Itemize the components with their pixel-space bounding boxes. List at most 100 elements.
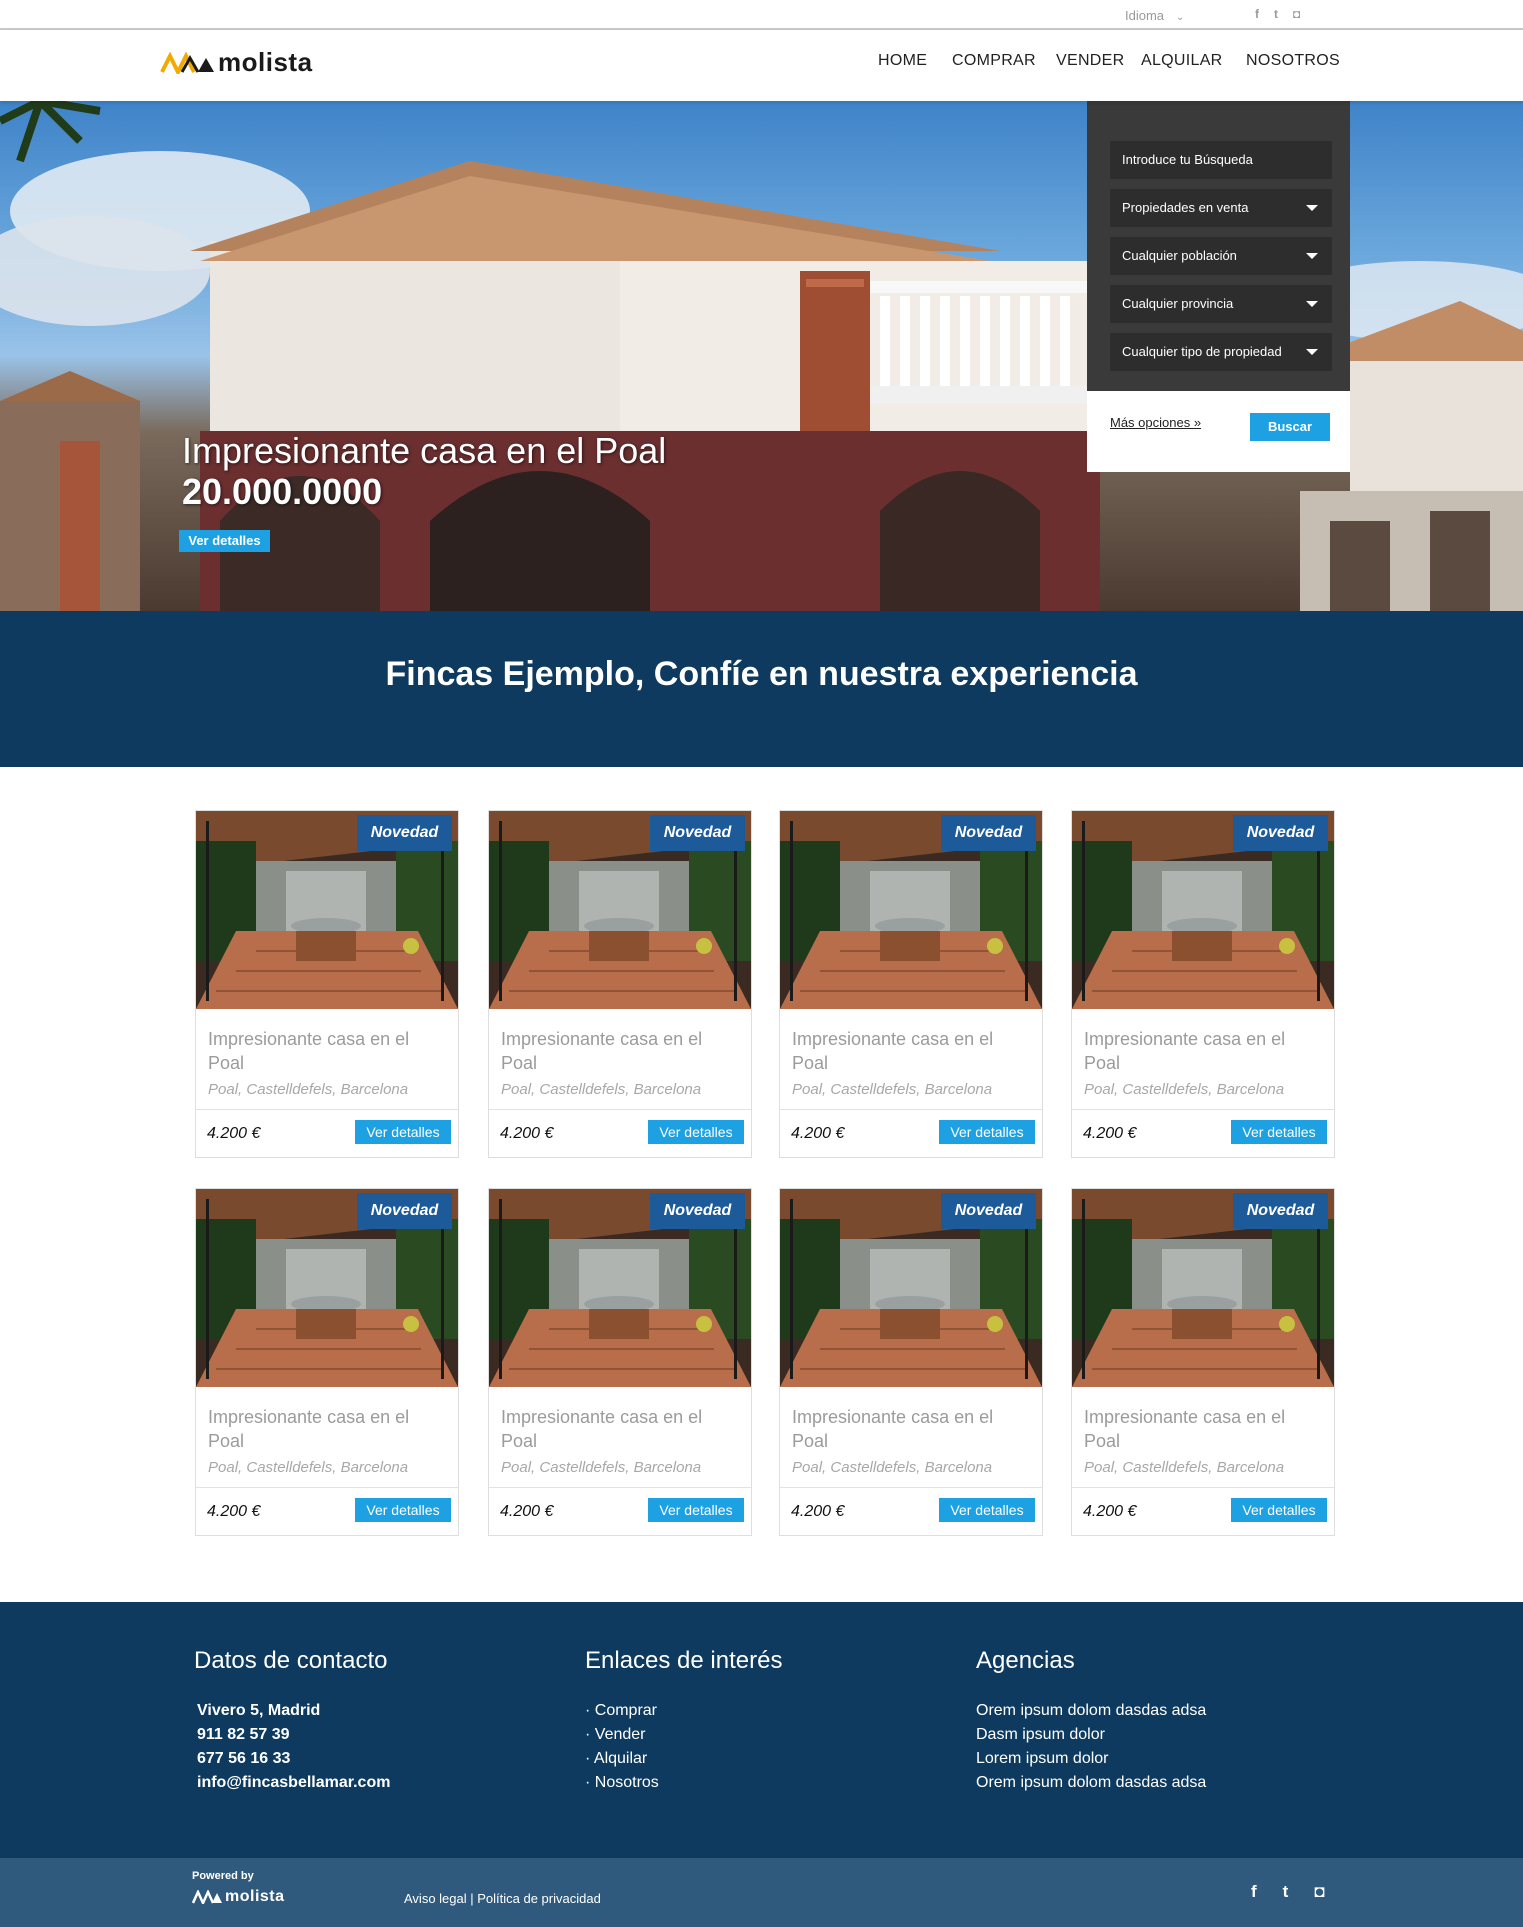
footer-contact: Datos de contacto Vivero 5, Madrid 911 8… xyxy=(194,1647,390,1795)
property-card[interactable]: Novedad Impresionante casa en el Poal Po… xyxy=(195,1188,459,1536)
property-details-button[interactable]: Ver detalles xyxy=(939,1498,1035,1522)
more-options-link[interactable]: Más opciones » xyxy=(1110,415,1201,430)
new-badge: Novedad xyxy=(357,1193,452,1229)
property-image[interactable]: Novedad xyxy=(196,811,458,1009)
property-card[interactable]: Novedad Impresionante casa en el Poal Po… xyxy=(195,810,459,1158)
property-card[interactable]: Novedad Impresionante casa en el Poal Po… xyxy=(779,810,1043,1158)
contact-email[interactable]: info@fincasbellamar.com xyxy=(197,1771,390,1795)
nav-vender[interactable]: VENDER xyxy=(1056,52,1124,70)
property-image[interactable]: Novedad xyxy=(1072,811,1334,1009)
new-badge: Novedad xyxy=(650,1193,745,1229)
agency-item[interactable]: Orem ipsum dolom dasdas adsa xyxy=(976,1771,1206,1795)
property-image[interactable]: Novedad xyxy=(489,811,751,1009)
contact-phone-1: 911 82 57 39 xyxy=(197,1726,290,1743)
select-town[interactable]: Cualquier población xyxy=(1110,237,1332,275)
card-divider xyxy=(196,1109,458,1110)
legal-links[interactable]: Aviso legal | Política de privacidad xyxy=(404,1891,601,1906)
property-title[interactable]: Impresionante casa en el Poal xyxy=(501,1027,731,1075)
property-price: 4.200 € xyxy=(207,1503,261,1520)
property-details-button[interactable]: Ver detalles xyxy=(1231,1120,1327,1144)
site-logo[interactable]: molista xyxy=(160,47,313,78)
property-title[interactable]: Impresionante casa en el Poal xyxy=(792,1027,1022,1075)
property-price: 4.200 € xyxy=(1083,1503,1137,1520)
property-title[interactable]: Impresionante casa en el Poal xyxy=(208,1405,438,1453)
agency-item[interactable]: Dasm ipsum dolor xyxy=(976,1723,1206,1747)
property-card[interactable]: Novedad Impresionante casa en el Poal Po… xyxy=(488,1188,752,1536)
select-operation[interactable]: Propiedades en venta xyxy=(1110,189,1332,227)
powered-by-label: Powered by xyxy=(192,1870,254,1882)
property-image[interactable]: Novedad xyxy=(489,1189,751,1387)
brand-name: molista xyxy=(218,47,313,77)
property-details-button[interactable]: Ver detalles xyxy=(648,1120,744,1144)
property-price: 4.200 € xyxy=(500,1503,554,1520)
search-fields: Introduce tu Búsqueda Propiedades en ven… xyxy=(1087,101,1350,391)
facebook-icon[interactable]: f xyxy=(1255,7,1259,21)
footer-agencies: Agencias Orem ipsum dolom dasdas adsa Da… xyxy=(976,1647,1206,1795)
property-price: 4.200 € xyxy=(1083,1125,1137,1142)
footer-link-nosotros[interactable]: · Nosotros xyxy=(585,1771,782,1795)
property-card[interactable]: Novedad Impresionante casa en el Poal Po… xyxy=(1071,810,1335,1158)
footer-link-alquilar[interactable]: · Alquilar xyxy=(585,1747,782,1771)
card-divider xyxy=(489,1109,751,1110)
property-title[interactable]: Impresionante casa en el Poal xyxy=(792,1405,1022,1453)
molista-logo-icon xyxy=(192,1890,222,1904)
footer-link-vender[interactable]: · Vender xyxy=(585,1723,782,1747)
card-divider xyxy=(489,1487,751,1488)
property-details-button[interactable]: Ver detalles xyxy=(1231,1498,1327,1522)
select-province-value: Cualquier provincia xyxy=(1122,296,1234,311)
facebook-icon[interactable]: f xyxy=(1251,1882,1257,1902)
search-input[interactable]: Introduce tu Búsqueda xyxy=(1110,141,1332,179)
select-province[interactable]: Cualquier provincia xyxy=(1110,285,1332,323)
nav-home[interactable]: HOME xyxy=(878,52,927,70)
footer-link-comprar[interactable]: · Comprar xyxy=(585,1699,782,1723)
contact-phone-2: 677 56 16 33 xyxy=(197,1750,291,1767)
property-details-button[interactable]: Ver detalles xyxy=(355,1120,451,1144)
property-image[interactable]: Novedad xyxy=(780,1189,1042,1387)
hero-details-button[interactable]: Ver detalles xyxy=(179,530,270,552)
card-divider xyxy=(1072,1109,1334,1110)
language-label: Idioma xyxy=(1125,8,1165,23)
select-property-type[interactable]: Cualquier tipo de propiedad xyxy=(1110,333,1332,371)
property-location: Poal, Castelldefels, Barcelona xyxy=(792,1459,993,1476)
instagram-icon[interactable]: ◘ xyxy=(1293,7,1300,21)
property-title[interactable]: Impresionante casa en el Poal xyxy=(1084,1405,1314,1453)
nav-nosotros[interactable]: NOSOTROS xyxy=(1246,52,1340,70)
agency-item[interactable]: Orem ipsum dolom dasdas adsa xyxy=(976,1699,1206,1723)
nav-comprar[interactable]: COMPRAR xyxy=(952,52,1036,70)
hero-title: Impresionante casa en el Poal xyxy=(182,430,667,471)
caret-down-icon xyxy=(1306,253,1318,259)
twitter-icon[interactable]: t xyxy=(1283,1882,1289,1902)
card-divider xyxy=(196,1487,458,1488)
nav-alquilar[interactable]: ALQUILAR xyxy=(1141,52,1223,70)
property-location: Poal, Castelldefels, Barcelona xyxy=(1084,1459,1285,1476)
property-title[interactable]: Impresionante casa en el Poal xyxy=(501,1405,731,1453)
property-price: 4.200 € xyxy=(791,1125,845,1142)
property-details-button[interactable]: Ver detalles xyxy=(355,1498,451,1522)
footer-logo[interactable]: molista xyxy=(192,1888,285,1906)
property-card[interactable]: Novedad Impresionante casa en el Poal Po… xyxy=(779,1188,1043,1536)
footer-links-heading: Enlaces de interés xyxy=(585,1647,783,1674)
site-header: molista HOME COMPRAR VENDER ALQUILAR NOS… xyxy=(0,30,1523,101)
agency-item[interactable]: Lorem ipsum dolor xyxy=(976,1747,1206,1771)
language-selector[interactable]: Idioma ⌄ xyxy=(1125,8,1184,23)
twitter-icon[interactable]: t xyxy=(1274,7,1278,21)
footer-social-links: f t ◘ xyxy=(1251,1882,1325,1902)
tagline-banner: Fincas Ejemplo, Confíe en nuestra experi… xyxy=(0,611,1523,767)
property-location: Poal, Castelldefels, Barcelona xyxy=(208,1081,409,1098)
property-details-button[interactable]: Ver detalles xyxy=(648,1498,744,1522)
contact-address: Vivero 5, Madrid xyxy=(197,1702,321,1719)
instagram-icon[interactable]: ◘ xyxy=(1314,1882,1324,1902)
caret-down-icon xyxy=(1306,205,1318,211)
property-image[interactable]: Novedad xyxy=(780,811,1042,1009)
property-title[interactable]: Impresionante casa en el Poal xyxy=(208,1027,438,1075)
new-badge: Novedad xyxy=(650,815,745,851)
property-card[interactable]: Novedad Impresionante casa en el Poal Po… xyxy=(1071,1188,1335,1536)
property-details-button[interactable]: Ver detalles xyxy=(939,1120,1035,1144)
new-badge: Novedad xyxy=(357,815,452,851)
property-image[interactable]: Novedad xyxy=(196,1189,458,1387)
property-card[interactable]: Novedad Impresionante casa en el Poal Po… xyxy=(488,810,752,1158)
search-button[interactable]: Buscar xyxy=(1250,413,1330,441)
property-title[interactable]: Impresionante casa en el Poal xyxy=(1084,1027,1314,1075)
property-image[interactable]: Novedad xyxy=(1072,1189,1334,1387)
chevron-down-icon: ⌄ xyxy=(1176,12,1185,23)
